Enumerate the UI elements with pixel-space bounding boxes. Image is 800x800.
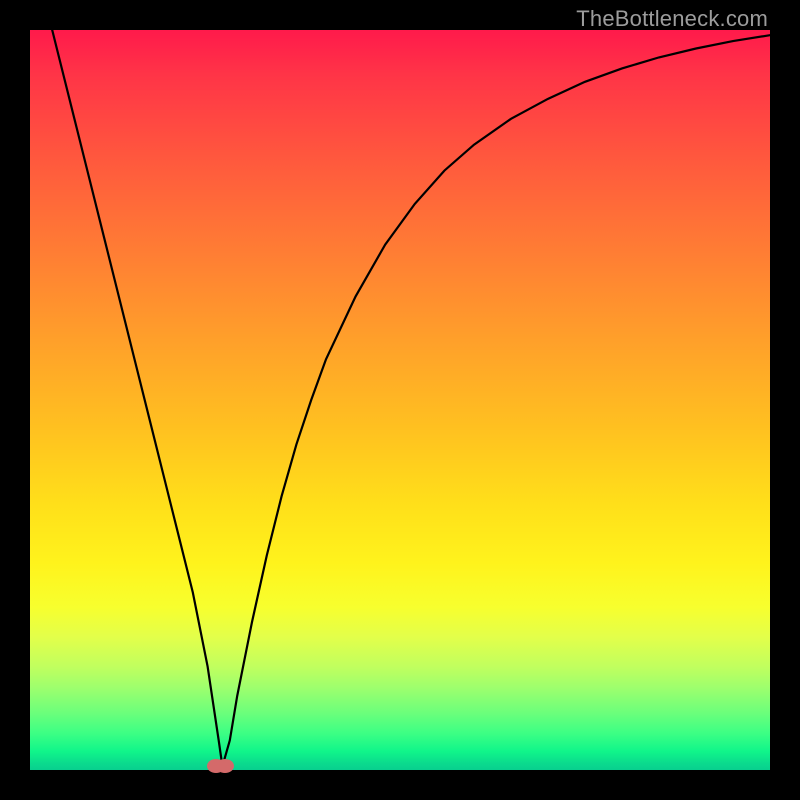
chart-frame: TheBottleneck.com bbox=[0, 0, 800, 800]
plot-area bbox=[30, 30, 770, 770]
bottleneck-curve-path bbox=[30, 30, 770, 766]
min-dot-2 bbox=[216, 759, 234, 773]
curve-svg bbox=[30, 30, 770, 770]
watermark-text: TheBottleneck.com bbox=[576, 6, 768, 32]
